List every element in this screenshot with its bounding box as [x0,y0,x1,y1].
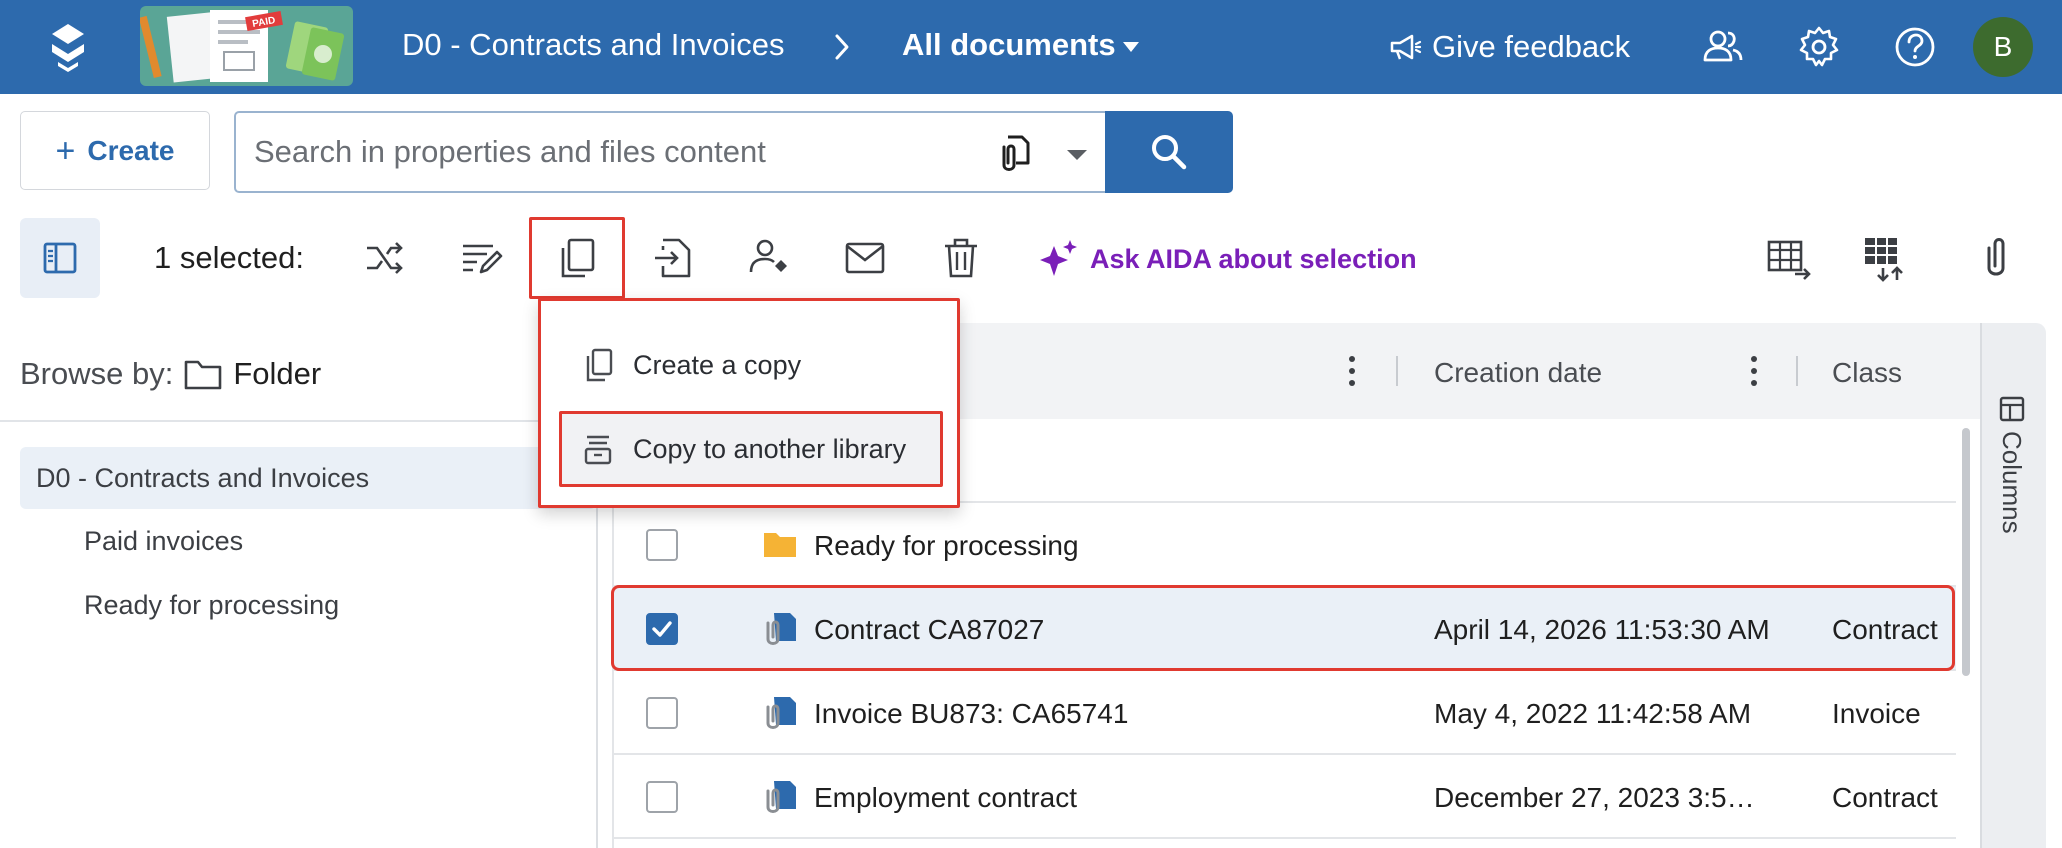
attachment-icon[interactable] [1973,234,2021,282]
columns-label: Columns [1997,431,2027,534]
search-button[interactable] [1105,111,1233,193]
toggle-left-panel-button[interactable] [20,218,100,298]
tree-item-ready-for-processing[interactable]: Ready for processing [84,590,339,621]
app-logo-icon[interactable] [44,22,92,74]
megaphone-icon [1390,34,1422,60]
archive-icon [584,435,612,465]
row-checkbox[interactable] [646,781,678,813]
caret-down-icon[interactable] [1122,41,1140,53]
row-name[interactable]: Employment contract [814,782,1077,814]
table-export-icon[interactable] [1765,234,1813,282]
chevron-right-icon [835,34,849,60]
table-row[interactable]: Ready for processing [614,503,1956,587]
ask-aida-button[interactable]: Ask AIDA about selection [1034,236,1417,282]
sparkle-icon [1040,240,1077,276]
menu-item-copy-to-another-library[interactable]: Copy to another library [559,411,943,487]
selected-row-highlight [611,585,1955,671]
tree-item-root[interactable]: D0 - Contracts and Invoices [20,447,596,509]
menu-item-create-copy[interactable]: Create a copy [559,327,943,403]
plus-icon: + [55,131,76,170]
column-menu-icon[interactable] [1344,353,1360,389]
copy-icon [586,348,613,382]
caret-down-icon[interactable] [1066,149,1088,161]
create-label: Create [87,134,175,166]
breadcrumb-library[interactable]: D0 - Contracts and Invoices [402,27,785,63]
selection-count: 1 selected: [154,240,304,275]
browse-by-selector[interactable]: Browse by: Folder [20,352,321,396]
mail-icon[interactable] [841,234,889,282]
shuffle-icon[interactable] [361,234,409,282]
columns-tab[interactable]: Columns [1996,395,2027,534]
copy-dropdown-menu: Create a copy Copy to another library [538,298,960,508]
divider [0,420,596,422]
help-icon[interactable] [1892,24,1938,70]
row-creation-date: May 4, 2022 11:42:58 AM [1434,698,1752,729]
column-header-creation-date[interactable]: Creation date [1434,357,1602,389]
user-avatar[interactable]: B [1973,17,2033,77]
columns-side-panel[interactable]: Columns [1980,323,2046,848]
create-button[interactable]: + Create [20,111,210,190]
row-checkbox[interactable] [646,529,678,561]
top-bar: PAID D0 - Contracts and Invoices All doc… [0,0,2062,94]
sidebar-icon [43,242,77,274]
give-feedback-button[interactable]: Give feedback [1388,22,1630,72]
give-feedback-label: Give feedback [1432,29,1631,64]
ask-aida-label: Ask AIDA about selection [1090,243,1417,274]
browse-by-value: Folder [233,356,322,391]
menu-item-label: Create a copy [633,349,802,380]
copy-button-highlight [529,217,625,299]
table-row[interactable]: Employment contract December 27, 2023 3:… [614,755,1956,839]
table-upload-icon[interactable] [1861,234,1909,282]
menu-item-label: Copy to another library [633,433,907,464]
column-separator[interactable] [1396,356,1398,386]
row-checkbox[interactable] [646,697,678,729]
row-name[interactable]: Ready for processing [814,530,1079,562]
user-assign-icon[interactable] [745,234,793,282]
tree-item-paid-invoices[interactable]: Paid invoices [84,526,243,557]
search-icon [1152,135,1187,170]
row-class: Contract [1832,782,1938,813]
row-creation-date: December 27, 2023 3:5… [1434,782,1755,813]
document-attachment-icon [766,697,796,729]
breadcrumb-view[interactable]: All documents [902,27,1116,63]
columns-icon [1999,396,2024,422]
table-row[interactable]: Invoice BU873: CA65741 May 4, 2022 11:42… [614,671,1956,755]
column-header-class[interactable]: Class [1832,357,1902,389]
folder-icon [185,360,222,390]
row-class: Invoice [1832,698,1921,729]
column-separator[interactable] [1796,356,1798,386]
row-name[interactable]: Invoice BU873: CA65741 [814,698,1128,730]
search-input[interactable] [254,113,994,191]
trash-icon[interactable] [937,234,985,282]
attachment-filter-icon[interactable] [992,131,1036,175]
document-attachment-icon [766,781,796,813]
browse-by-label: Browse by: [20,356,174,391]
import-icon[interactable] [649,234,697,282]
search-box [234,111,1106,193]
library-thumbnail[interactable]: PAID [140,6,353,86]
grid-scrollbar[interactable] [1962,428,1970,676]
edit-icon[interactable] [457,234,505,282]
users-icon[interactable] [1700,24,1746,70]
gear-icon[interactable] [1796,24,1842,70]
folder-icon [764,533,796,557]
column-menu-icon[interactable] [1746,353,1762,389]
